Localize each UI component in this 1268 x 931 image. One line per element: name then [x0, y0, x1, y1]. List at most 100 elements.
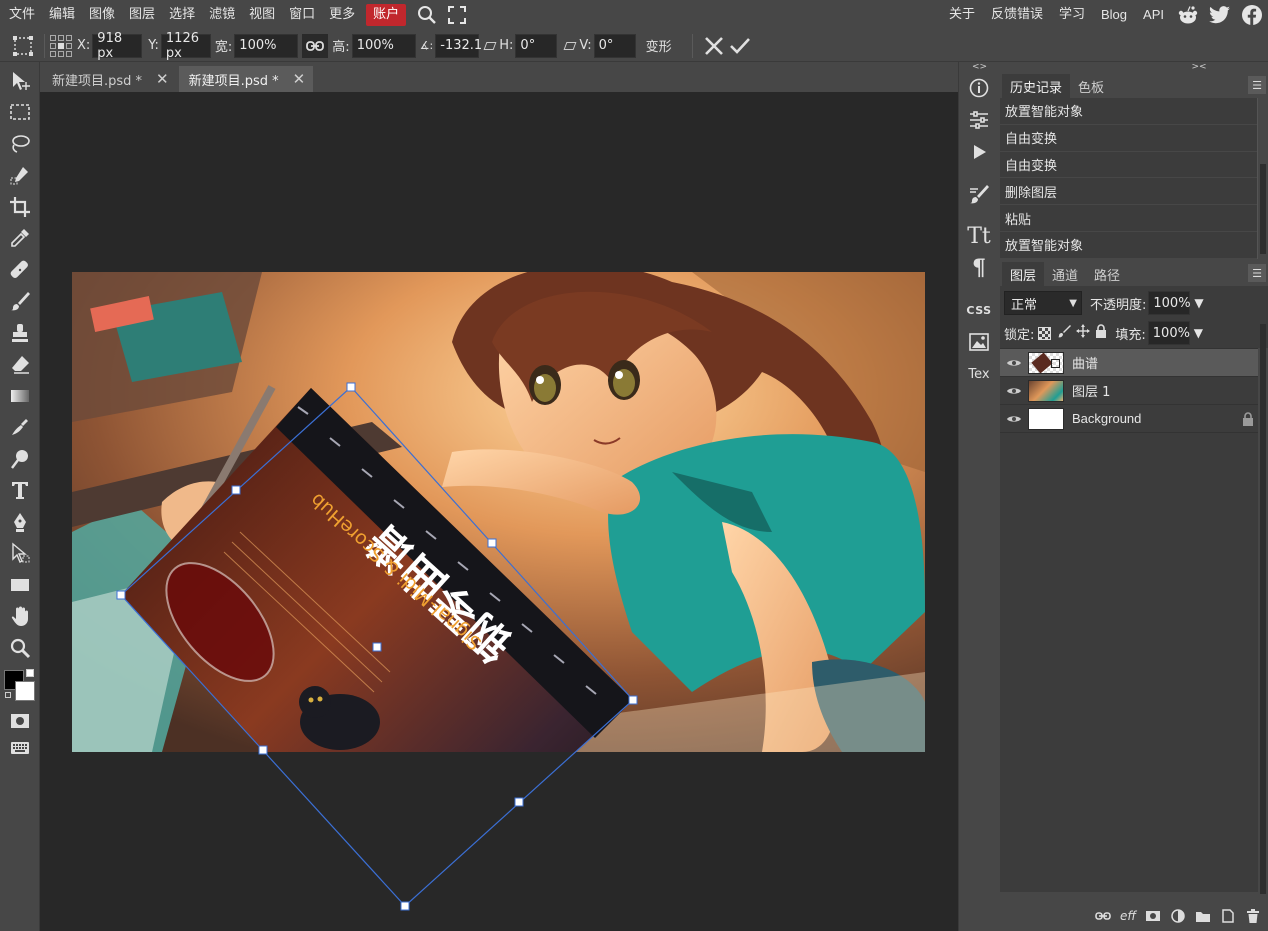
- lock-transparency-icon[interactable]: [1038, 326, 1052, 340]
- transform-handle[interactable]: [231, 485, 241, 495]
- reference-point-icon[interactable]: [49, 34, 73, 58]
- panel-menu-icon[interactable]: ☰: [1248, 264, 1266, 282]
- character-icon[interactable]: Tt: [959, 220, 999, 252]
- lasso-tool-icon[interactable]: [0, 128, 40, 160]
- eye-icon[interactable]: [1000, 414, 1028, 424]
- panels-collapse-icon[interactable]: ><: [1000, 62, 1268, 72]
- transform-handle[interactable]: [514, 797, 524, 807]
- color-swatches[interactable]: [0, 666, 40, 706]
- rectangle-tool-icon[interactable]: [0, 569, 40, 601]
- history-item[interactable]: 自由变换: [1000, 125, 1257, 152]
- delete-layer-icon[interactable]: [1244, 907, 1262, 925]
- menu-view[interactable]: 视图: [242, 4, 282, 26]
- layers-scrollbar[interactable]: [1260, 324, 1266, 894]
- facebook-icon[interactable]: [1236, 0, 1268, 30]
- menu-edit[interactable]: 编辑: [42, 4, 82, 26]
- menu-more[interactable]: 更多: [322, 4, 362, 26]
- fullscreen-icon[interactable]: [442, 4, 472, 26]
- menu-window[interactable]: 窗口: [282, 4, 322, 26]
- menu-layer[interactable]: 图层: [122, 4, 162, 26]
- tab-channels[interactable]: 通道: [1044, 262, 1086, 286]
- history-item[interactable]: 放置智能对象: [1000, 232, 1257, 259]
- fill-dropdown-icon[interactable]: ▼: [1194, 326, 1203, 340]
- info-icon[interactable]: [959, 72, 999, 104]
- menu-image[interactable]: 图像: [82, 4, 122, 26]
- adjustment-layer-icon[interactable]: [1169, 907, 1187, 925]
- marquee-tool-icon[interactable]: [0, 97, 40, 129]
- eraser-tool-icon[interactable]: [0, 349, 40, 381]
- eye-icon[interactable]: [1000, 386, 1028, 396]
- play-actions-icon[interactable]: [959, 136, 999, 168]
- commit-transform-icon[interactable]: [727, 33, 753, 59]
- history-item[interactable]: 放置智能对象: [1000, 98, 1257, 125]
- eyedropper-tool-icon[interactable]: [0, 223, 40, 255]
- transform-tool-icon[interactable]: [6, 31, 40, 61]
- angle-field[interactable]: -132.1: [435, 33, 482, 58]
- transform-handle[interactable]: [116, 590, 126, 600]
- healing-tool-icon[interactable]: [0, 254, 40, 286]
- lock-all-icon[interactable]: [1095, 324, 1107, 342]
- type-tool-icon[interactable]: [0, 475, 40, 507]
- width-field[interactable]: 100%: [234, 33, 299, 58]
- opacity-field[interactable]: 100%: [1148, 291, 1191, 315]
- brush-tool-icon[interactable]: [0, 286, 40, 318]
- smudge-tool-icon[interactable]: [0, 412, 40, 444]
- new-layer-icon[interactable]: [1219, 907, 1237, 925]
- link-icon[interactable]: [302, 33, 329, 58]
- transform-handle[interactable]: [628, 695, 638, 705]
- lock-paint-icon[interactable]: [1057, 324, 1072, 342]
- reddit-icon[interactable]: [1172, 0, 1204, 30]
- transform-overlay[interactable]: 钢琴曲谱 Signal-Midi & ScoreHub: [40, 62, 958, 931]
- height-field[interactable]: 100%: [351, 33, 416, 58]
- history-item[interactable]: 删除图层: [1000, 178, 1257, 206]
- menu-file[interactable]: 文件: [2, 4, 42, 26]
- transform-handle[interactable]: [346, 382, 356, 392]
- twitter-icon[interactable]: [1204, 0, 1236, 30]
- move-tool-icon[interactable]: [0, 65, 40, 97]
- layer-row-background[interactable]: Background: [1000, 405, 1258, 433]
- pen-tool-icon[interactable]: [0, 506, 40, 538]
- menu-learn[interactable]: 学习: [1051, 4, 1093, 26]
- menu-api[interactable]: API: [1135, 4, 1172, 26]
- y-field[interactable]: 1126 px: [160, 31, 211, 61]
- keyboard-icon[interactable]: [0, 737, 40, 759]
- paragraph-icon[interactable]: ¶: [959, 252, 999, 284]
- layer-row-score[interactable]: 曲谱: [1000, 349, 1258, 377]
- history-scrollbar[interactable]: [1260, 164, 1266, 254]
- quick-select-tool-icon[interactable]: [0, 160, 40, 192]
- transform-handle[interactable]: [258, 745, 268, 755]
- layer-row-layer1[interactable]: 图层 1: [1000, 377, 1258, 405]
- warp-button[interactable]: 变形: [646, 36, 672, 55]
- transform-handle[interactable]: [487, 538, 497, 548]
- image-icon[interactable]: [959, 326, 999, 358]
- menu-feedback[interactable]: 反馈错误: [983, 4, 1051, 26]
- gradient-tool-icon[interactable]: [0, 380, 40, 412]
- dodge-tool-icon[interactable]: [0, 443, 40, 475]
- opacity-dropdown-icon[interactable]: ▼: [1194, 296, 1203, 310]
- swap-colors-icon[interactable]: [26, 668, 34, 677]
- crop-tool-icon[interactable]: [0, 191, 40, 223]
- link-layers-icon[interactable]: [1094, 907, 1112, 925]
- transform-center-handle[interactable]: [372, 642, 382, 652]
- history-item[interactable]: 粘贴: [1000, 205, 1257, 232]
- background-color[interactable]: [15, 680, 35, 701]
- zoom-tool-icon[interactable]: [0, 632, 40, 664]
- tab-layers[interactable]: 图层: [1002, 262, 1045, 286]
- skew-v-field[interactable]: 0°: [593, 33, 636, 58]
- tab-paths[interactable]: 路径: [1086, 262, 1128, 286]
- css-button[interactable]: CSS: [959, 294, 999, 326]
- panel-menu-icon[interactable]: ☰: [1248, 76, 1266, 94]
- menu-about[interactable]: 关于: [941, 4, 983, 26]
- menu-filter[interactable]: 滤镜: [202, 4, 242, 26]
- add-mask-icon[interactable]: [1144, 907, 1162, 925]
- adjustments-icon[interactable]: [959, 104, 999, 136]
- new-group-icon[interactable]: [1194, 907, 1212, 925]
- tab-history[interactable]: 历史记录: [1002, 74, 1071, 98]
- layer-effects-button[interactable]: eff: [1119, 907, 1137, 925]
- stamp-tool-icon[interactable]: [0, 317, 40, 349]
- cancel-transform-icon[interactable]: [701, 33, 727, 59]
- eye-icon[interactable]: [1000, 358, 1028, 368]
- strip-collapse-icon[interactable]: <>: [959, 62, 1000, 72]
- fill-field[interactable]: 100%: [1147, 321, 1190, 345]
- x-field[interactable]: 918 px: [92, 31, 143, 61]
